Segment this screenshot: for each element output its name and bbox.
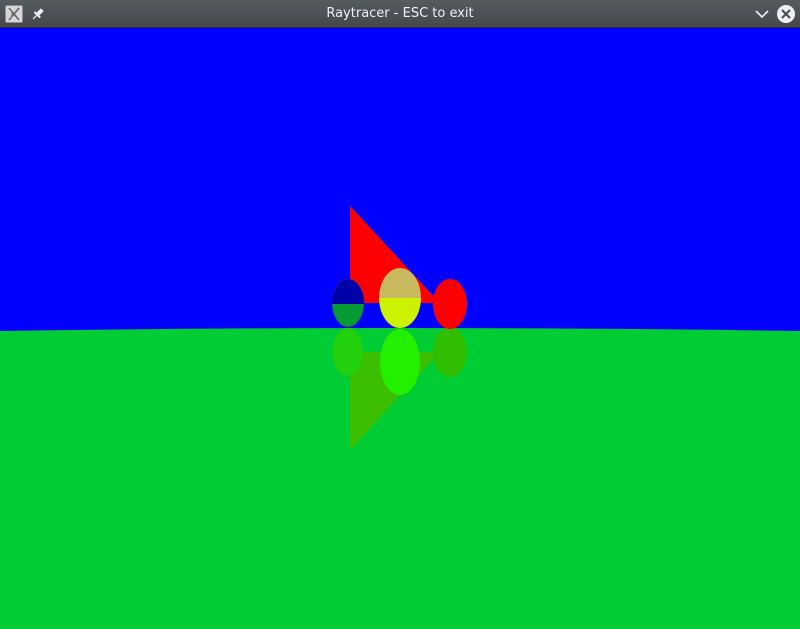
raytracer-window: Raytracer - ESC to exit	[0, 0, 800, 629]
sphere-right-reflection	[433, 327, 467, 377]
chevron-down-icon[interactable]	[753, 5, 771, 23]
rendered-scene	[0, 28, 800, 629]
close-icon[interactable]	[776, 4, 796, 24]
window-title: Raytracer - ESC to exit	[326, 6, 474, 21]
sphere-left-reflection	[333, 328, 363, 376]
sphere-right	[433, 279, 467, 329]
raytracer-app-icon[interactable]	[5, 5, 23, 23]
sphere-mid-reflection	[380, 329, 420, 395]
pin-icon[interactable]	[29, 5, 47, 23]
render-viewport[interactable]	[0, 28, 800, 629]
title-bar[interactable]: Raytracer - ESC to exit	[0, 0, 800, 28]
